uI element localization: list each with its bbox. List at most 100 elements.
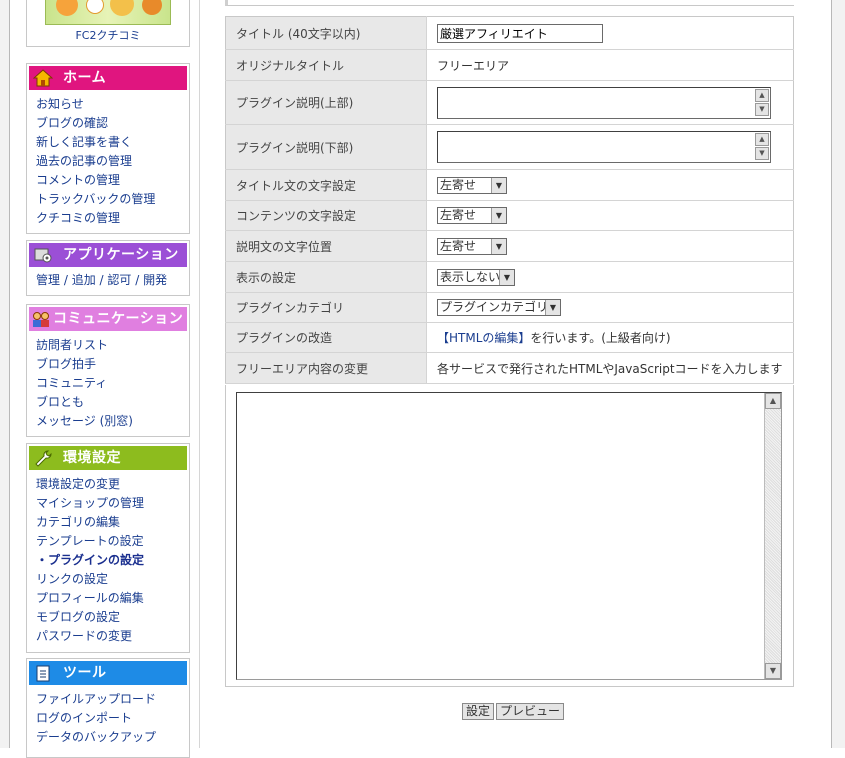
desc-align-select[interactable]: 左寄せ ▼ <box>437 237 507 255</box>
form-row-content-align: コンテンツの文字設定 左寄せ ▼ <box>225 200 794 231</box>
scroll-down-icon[interactable]: ▼ <box>765 663 781 679</box>
html-edit-link[interactable]: 【HTMLの編集】 <box>437 331 530 345</box>
menu-item-burotomo[interactable]: ブロとも <box>36 393 189 412</box>
scroll-down-icon[interactable]: ▼ <box>755 102 769 116</box>
freearea-content-textarea[interactable]: ▲ ▼ <box>236 392 782 680</box>
menu-item-password[interactable]: パスワードの変更 <box>36 627 189 646</box>
form-row-original-title: オリジナルタイトル フリーエリア <box>225 49 794 81</box>
submit-button[interactable]: 設定 <box>462 703 495 720</box>
desc-bottom-textarea[interactable]: ▲ ▼ <box>437 131 771 163</box>
menu-item-message[interactable]: メッセージ (別窓) <box>36 412 189 431</box>
form-row-desc-bottom: プラグイン説明(下部) ▲ ▼ <box>225 124 794 170</box>
display-value: 表示しない <box>440 269 501 284</box>
scrollbar[interactable]: ▲ ▼ <box>764 393 781 679</box>
menu-item-oshirase[interactable]: お知らせ <box>36 95 189 114</box>
form-row-freearea: フリーエリア内容の変更 各サービスで発行されたHTMLやJavaScriptコー… <box>225 352 794 384</box>
menu-item-env-settings[interactable]: 環境設定の変更 <box>36 475 189 494</box>
kuchikomi-banner-image[interactable] <box>45 0 171 25</box>
label-original-title: オリジナルタイトル <box>225 49 427 81</box>
title-align-select[interactable]: 左寄せ ▼ <box>437 176 507 194</box>
desc-align-value: 左寄せ <box>440 238 477 253</box>
community-menu-title: コミュニケーション <box>53 311 184 327</box>
menu-item-moblog[interactable]: モブログの設定 <box>36 608 189 627</box>
label-desc-align: 説明文の文字位置 <box>225 230 427 262</box>
category-select[interactable]: プラグインカテゴリ2 ▼ <box>437 299 561 316</box>
chevron-down-icon: ▼ <box>491 208 506 223</box>
community-menu-header: コミュニケーション <box>29 307 187 331</box>
menu-item-trackbacks[interactable]: トラックバックの管理 <box>36 190 189 209</box>
preview-button[interactable]: プレビュー <box>496 703 565 720</box>
label-display: 表示の設定 <box>225 261 427 293</box>
plugin-settings-form: タイトル (40文字以内) オリジナルタイトル フリーエリア プラグイン説明(上… <box>225 16 794 384</box>
apps-link-manage[interactable]: 管理 <box>36 273 60 287</box>
kuchikomi-label[interactable]: FC2クチコミ <box>27 27 189 43</box>
label-content-align: コンテンツの文字設定 <box>225 200 427 231</box>
display-select[interactable]: 表示しない ▼ <box>437 268 515 286</box>
content-align-select[interactable]: 左寄せ ▼ <box>437 207 507 224</box>
chevron-down-icon: ▼ <box>545 300 560 315</box>
menu-item-new-post[interactable]: 新しく記事を書く <box>36 133 189 152</box>
form-row-display: 表示の設定 表示しない ▼ <box>225 261 794 293</box>
apps-link-develop[interactable]: 開発 <box>143 273 167 287</box>
scroll-up-icon[interactable]: ▲ <box>765 393 781 409</box>
title-input[interactable] <box>437 23 603 43</box>
label-desc-bottom: プラグイン説明(下部) <box>225 124 427 170</box>
menu-item-log-import[interactable]: ログのインポート <box>36 709 189 728</box>
menu-item-file-upload[interactable]: ファイルアップロード <box>36 690 189 709</box>
menu-item-comments[interactable]: コメントの管理 <box>36 171 189 190</box>
settings-menu-title: 環境設定 <box>63 450 121 466</box>
menu-item-community[interactable]: コミュニティ <box>36 374 189 393</box>
freearea-help: 各サービスで発行されたHTMLやJavaScriptコードを入力します <box>426 352 794 384</box>
menu-item-links[interactable]: リンクの設定 <box>36 570 189 589</box>
menu-item-past-posts[interactable]: 過去の記事の管理 <box>36 152 189 171</box>
application-icon <box>34 248 52 263</box>
title-align-value: 左寄せ <box>440 177 477 192</box>
home-menu-title: ホーム <box>63 70 107 86</box>
menu-item-clap[interactable]: ブログ拍手 <box>36 355 189 374</box>
category-value: プラグインカテゴリ2 <box>440 300 556 314</box>
kuchikomi-box: FC2クチコミ <box>26 0 190 47</box>
apps-link-add[interactable]: 追加 <box>72 273 96 287</box>
modify-value: 【HTMLの編集】を行います。(上級者向け) <box>426 322 794 353</box>
scroll-up-icon[interactable]: ▲ <box>755 133 769 146</box>
sidebar-divider <box>199 0 200 748</box>
tools-menu-title: ツール <box>63 665 107 681</box>
original-title-value: フリーエリア <box>426 49 794 81</box>
menu-item-plugin-settings[interactable]: ・プラグインの設定 <box>36 551 189 570</box>
apps-menu-header: アプリケーション <box>29 243 187 267</box>
settings-menu: 環境設定 環境設定の変更 マイショップの管理 カテゴリの編集 テンプレートの設定… <box>26 443 190 653</box>
apps-menu: アプリケーション 管理 / 追加 / 認可 / 開発 <box>26 240 190 296</box>
chevron-down-icon: ▼ <box>499 269 514 285</box>
apps-menu-title: アプリケーション <box>63 247 179 263</box>
apps-link-sep: / <box>95 273 108 287</box>
home-menu-header: ホーム <box>29 66 187 90</box>
window-left-border <box>0 0 10 748</box>
modify-text: を行います。(上級者向け) <box>530 331 671 345</box>
label-modify: プラグインの改造 <box>225 322 427 353</box>
tools-menu-header: ツール <box>29 661 187 685</box>
menu-item-blog-confirm[interactable]: ブログの確認 <box>36 114 189 133</box>
settings-menu-header: 環境設定 <box>29 446 187 470</box>
menu-item-profile[interactable]: プロフィールの編集 <box>36 589 189 608</box>
form-row-desc-top: プラグイン説明(上部) ▲ ▼ <box>225 80 794 125</box>
form-row-category: プラグインカテゴリ プラグインカテゴリ2 ▼ <box>225 292 794 323</box>
apps-link-sep: / <box>60 273 72 287</box>
menu-item-category-edit[interactable]: カテゴリの編集 <box>36 513 189 532</box>
menu-item-myshop[interactable]: マイショップの管理 <box>36 494 189 513</box>
menu-item-visitors[interactable]: 訪問者リスト <box>36 336 189 355</box>
menu-item-kuchikomi[interactable]: クチコミの管理 <box>36 209 189 228</box>
tools-menu: ツール ファイルアップロード ログのインポート データのバックアップ <box>26 658 190 758</box>
apps-link-authorize[interactable]: 認可 <box>107 273 131 287</box>
desc-top-textarea[interactable]: ▲ ▼ <box>437 86 771 119</box>
people-icon <box>33 312 49 327</box>
menu-item-template[interactable]: テンプレートの設定 <box>36 532 189 551</box>
scroll-up-icon[interactable]: ▲ <box>755 88 769 102</box>
scroll-down-icon[interactable]: ▼ <box>755 147 769 160</box>
menu-item-backup[interactable]: データのバックアップ <box>36 728 189 747</box>
wrench-icon <box>35 450 52 467</box>
form-row-title-align: タイトル文の文字設定 左寄せ ▼ <box>225 169 794 201</box>
label-desc-top: プラグイン説明(上部) <box>225 80 427 125</box>
apps-links: 管理 / 追加 / 認可 / 開発 <box>36 271 189 290</box>
form-row-desc-align: 説明文の文字位置 左寄せ ▼ <box>225 230 794 262</box>
house-icon <box>33 69 53 87</box>
